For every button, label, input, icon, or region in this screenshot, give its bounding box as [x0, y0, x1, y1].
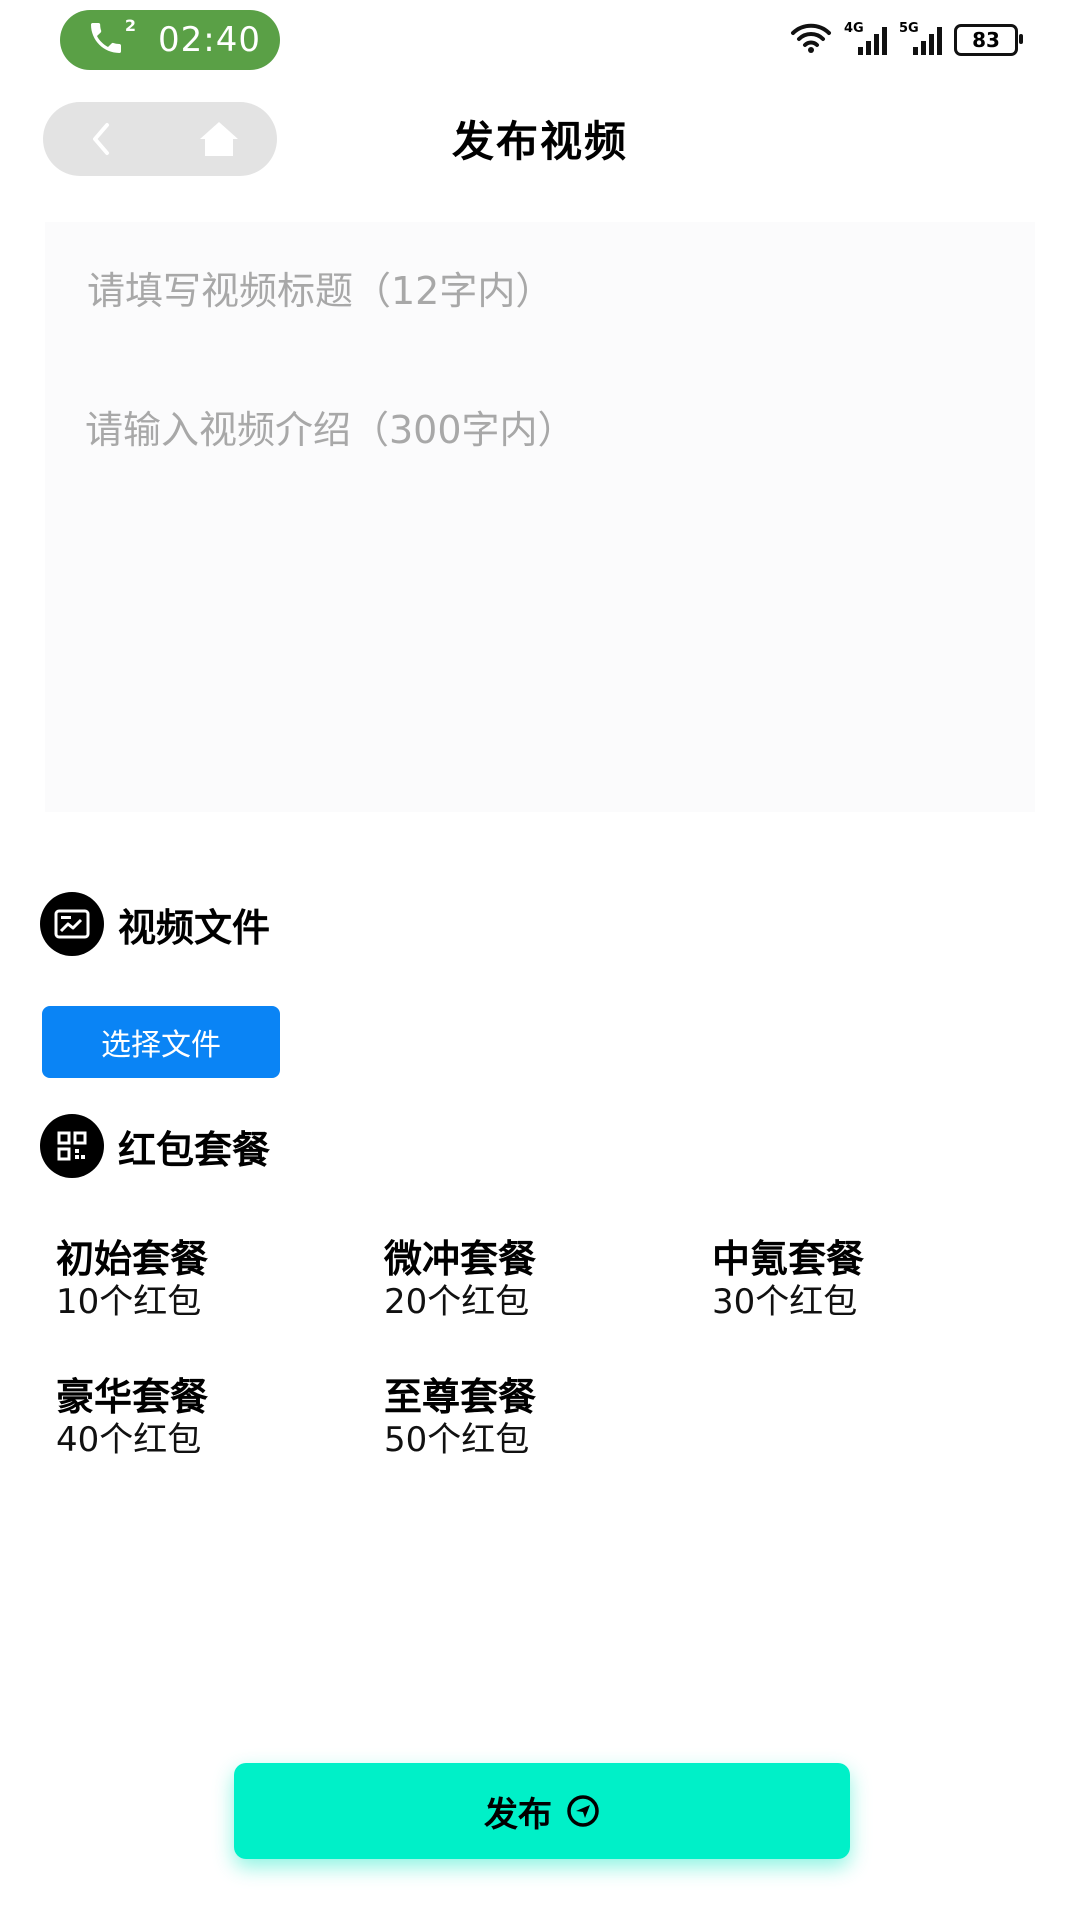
package-count: 10个红包 — [56, 1282, 202, 1322]
video-file-section-header: 视频文件 — [40, 892, 270, 956]
package-name: 豪华套餐 — [56, 1375, 209, 1419]
package-grid: 初始套餐 10个红包 微冲套餐 20个红包 中氪套餐 30个红包 豪华套餐 40… — [56, 1236, 1046, 1460]
package-name: 微冲套餐 — [384, 1237, 537, 1281]
ongoing-call-indicator[interactable]: 2 02:40 — [60, 10, 280, 70]
image-icon — [40, 892, 104, 956]
call-count-badge: 2 — [124, 16, 136, 35]
package-option[interactable]: 至尊套餐 50个红包 — [384, 1374, 712, 1460]
battery-level: 83 — [972, 28, 1000, 52]
page-title: 发布视频 — [451, 117, 628, 166]
wifi-icon — [790, 22, 832, 58]
signal-4g-icon: 4G — [844, 21, 887, 55]
package-section-header: 红包套餐 — [40, 1114, 270, 1178]
publish-label: 发布 — [484, 1794, 552, 1835]
package-count: 30个红包 — [712, 1282, 858, 1322]
package-option[interactable]: 微冲套餐 20个红包 — [384, 1236, 712, 1322]
package-name: 初始套餐 — [56, 1237, 209, 1281]
signal-5g-icon: 5G — [899, 21, 942, 55]
qr-code-icon — [40, 1114, 104, 1178]
video-intro-input[interactable] — [85, 402, 1015, 782]
status-time: 02:40 — [158, 20, 261, 60]
package-name: 中氪套餐 — [712, 1237, 865, 1281]
phone-icon: 2 — [86, 16, 136, 62]
package-count: 50个红包 — [384, 1420, 530, 1460]
video-form — [45, 222, 1035, 812]
publish-button[interactable]: 发布 — [234, 1763, 850, 1859]
package-option[interactable]: 中氪套餐 30个红包 — [712, 1236, 1040, 1322]
section-title: 视频文件 — [118, 905, 271, 950]
system-icons: 4G 5G 83 — [790, 20, 1023, 60]
package-count: 40个红包 — [56, 1420, 202, 1460]
network-type-label: 4G — [844, 21, 864, 36]
network-type-label: 5G — [899, 21, 919, 36]
choose-file-button[interactable]: 选择文件 — [42, 1006, 280, 1078]
package-option[interactable]: 初始套餐 10个红包 — [56, 1236, 384, 1322]
section-title: 红包套餐 — [118, 1127, 271, 1172]
battery-icon: 83 — [954, 24, 1023, 56]
package-option[interactable]: 豪华套餐 40个红包 — [56, 1374, 384, 1460]
send-icon — [566, 1794, 600, 1828]
package-name: 至尊套餐 — [384, 1375, 537, 1419]
video-title-input[interactable] — [85, 260, 1019, 322]
status-bar: 2 02:40 4G 5G 83 — [0, 0, 1080, 80]
package-count: 20个红包 — [384, 1282, 530, 1322]
